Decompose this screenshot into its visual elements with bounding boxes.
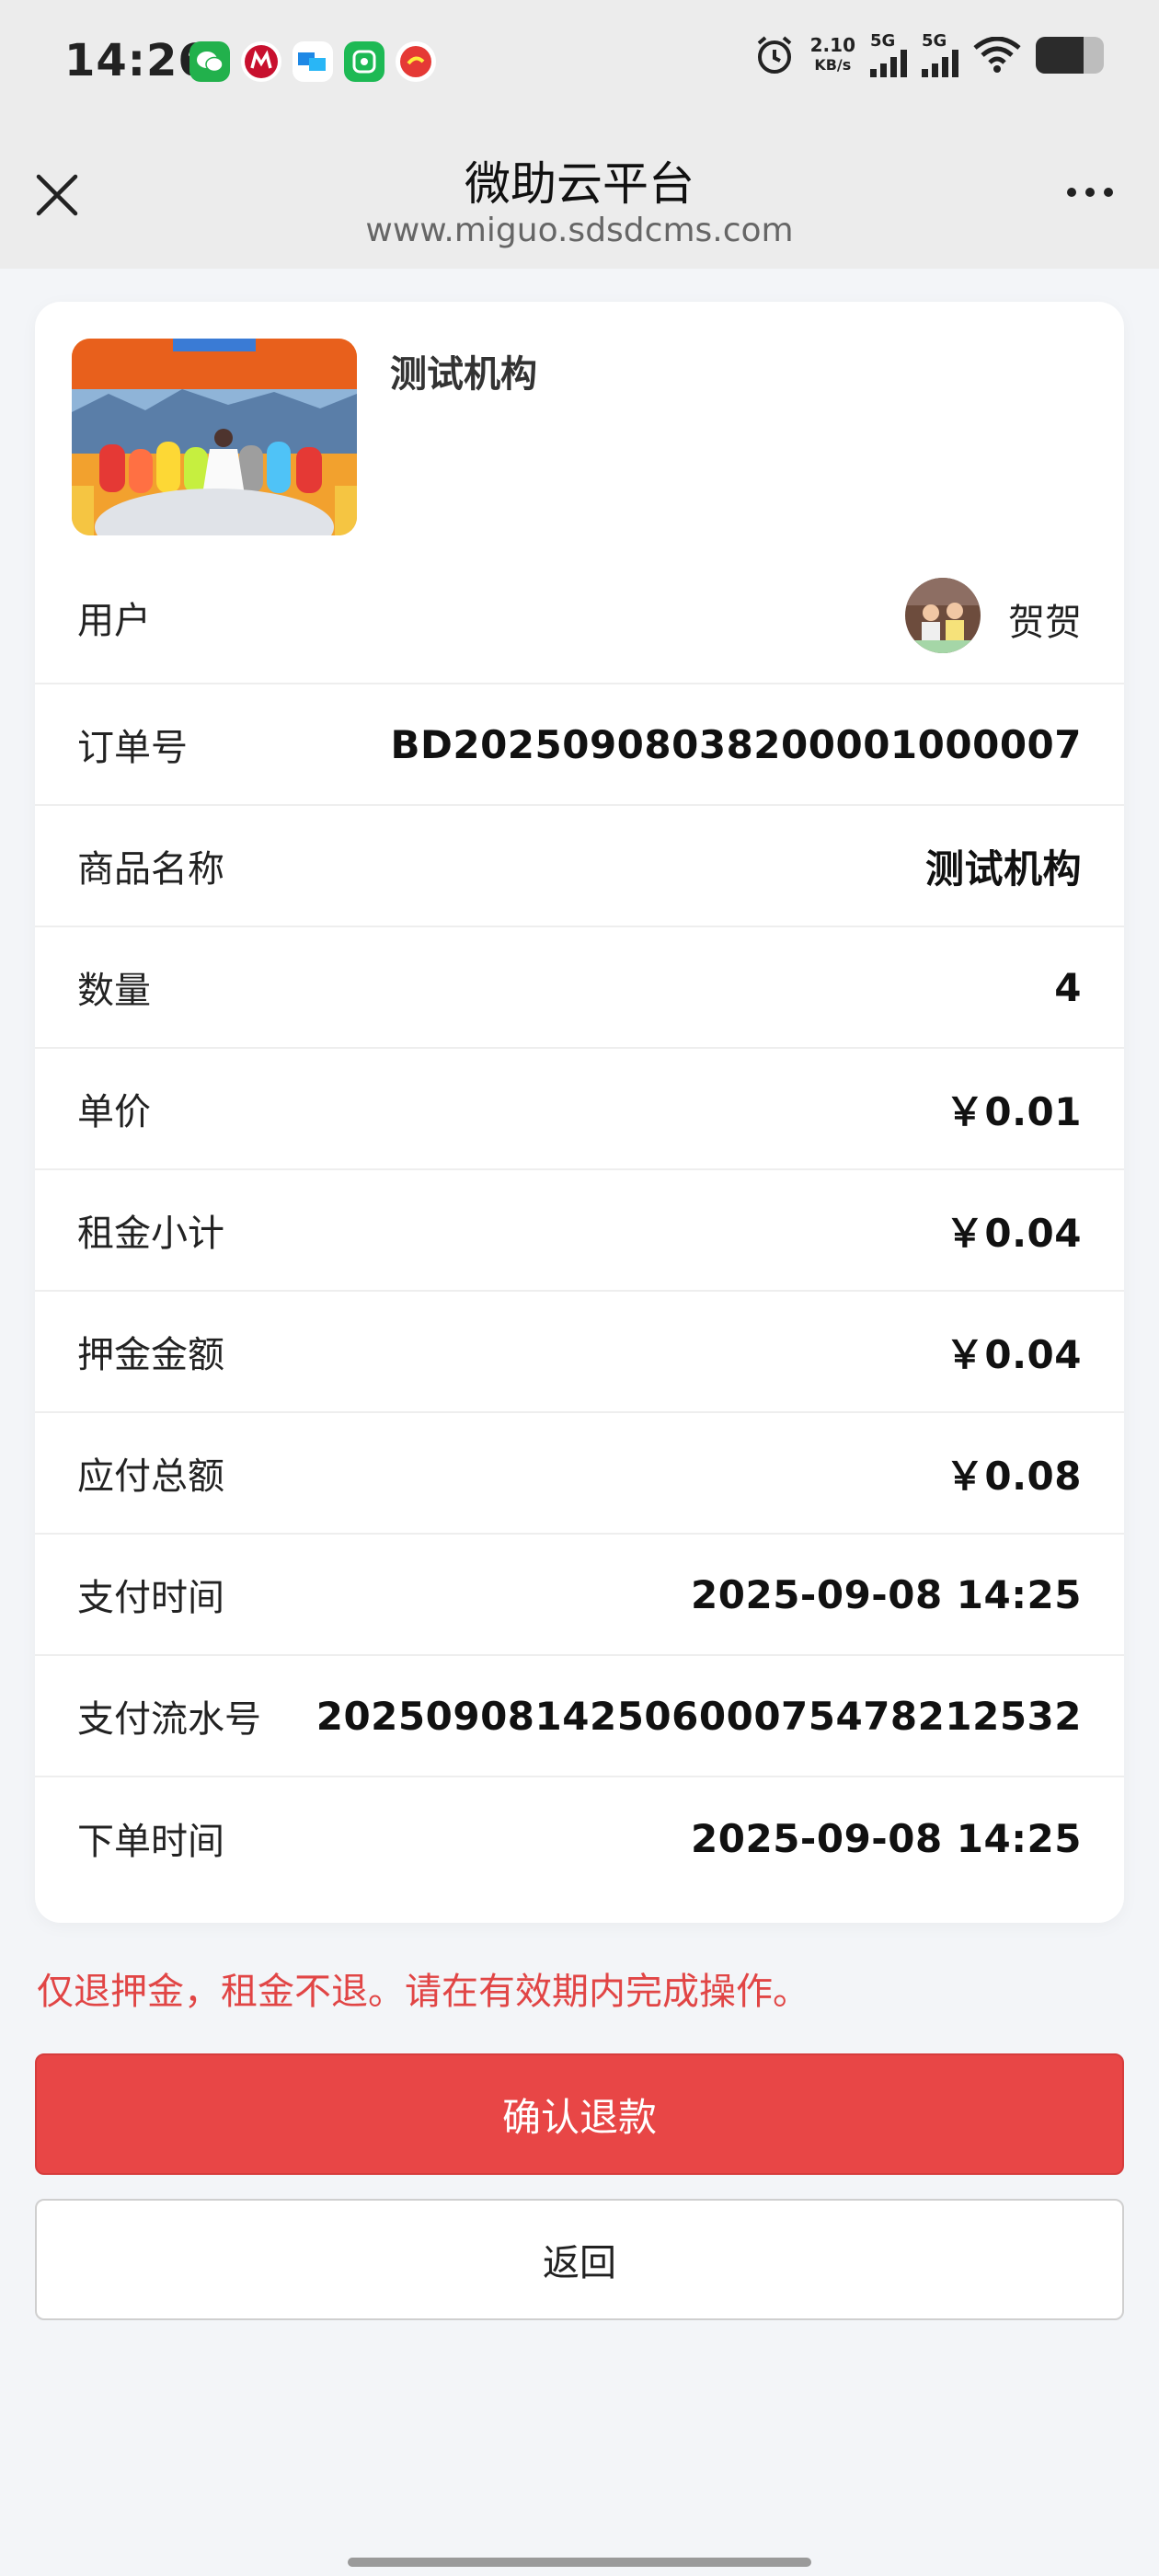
message-app-icon: [293, 41, 333, 82]
detail-row-payment-time: 支付时间 2025-09-08 14:25: [35, 1535, 1124, 1656]
more-dot-icon: [1104, 188, 1113, 197]
detail-value: ￥0.04: [945, 1210, 1082, 1256]
detail-value: BD20250908038200001000007: [390, 721, 1082, 767]
detail-row-product-name: 商品名称 测试机构: [35, 806, 1124, 927]
home-indicator[interactable]: [348, 2558, 811, 2567]
order-detail-list: 订单号 BD20250908038200001000007 商品名称 测试机构 …: [35, 684, 1124, 1899]
order-detail-card: 测试机构 用户 贺贺 订单号 BD20250908038200001000007…: [35, 302, 1124, 1923]
signal-sim1: 5G: [870, 33, 907, 77]
detail-value: 4: [1054, 964, 1082, 1010]
wechat-icon: [189, 41, 230, 82]
product-title: 测试机构: [390, 353, 537, 396]
detail-value: 2025-09-08 14:25: [691, 1815, 1082, 1861]
signal-bars-icon: [922, 50, 958, 77]
detail-label: 下单时间: [77, 1821, 224, 1863]
page-title: 微助云平台: [465, 157, 694, 211]
status-time: 14:26: [64, 35, 210, 86]
wifi-icon: [973, 37, 1021, 73]
product-header: 测试机构: [35, 302, 1124, 550]
detail-row-order-time: 下单时间 2025-09-08 14:25: [35, 1777, 1124, 1899]
sim2-label: 5G: [922, 31, 947, 51]
more-dot-icon: [1067, 188, 1076, 197]
detail-label: 支付流水号: [77, 1698, 261, 1741]
detail-row-deposit-amount: 押金金额 ￥0.04: [35, 1292, 1124, 1413]
detail-row-total-due: 应付总额 ￥0.08: [35, 1413, 1124, 1535]
detail-value: ￥0.08: [945, 1453, 1082, 1499]
detail-label: 数量: [77, 970, 151, 1012]
more-dot-icon: [1085, 188, 1095, 197]
user-label: 用户: [77, 600, 151, 642]
system-icons: 2.10 KB/s 5G 5G: [753, 33, 1104, 77]
detail-label: 租金小计: [77, 1213, 224, 1255]
red-app-icon: [396, 41, 436, 82]
page-url: www.miguo.sdsdcms.com: [365, 212, 794, 249]
network-speed-unit: KB/s: [814, 56, 852, 74]
detail-label: 单价: [77, 1091, 151, 1133]
detail-value: 测试机构: [924, 845, 1082, 891]
detail-row-order-number: 订单号 BD20250908038200001000007: [35, 684, 1124, 806]
signal-sim2: 5G: [922, 33, 958, 77]
sim1-label: 5G: [870, 31, 896, 51]
detail-label: 订单号: [77, 727, 188, 769]
network-speed: 2.10 KB/s: [810, 35, 855, 75]
back-button[interactable]: 返回: [35, 2199, 1124, 2320]
alarm-icon: [757, 36, 791, 74]
detail-label: 押金金额: [77, 1334, 224, 1376]
cmb-bank-icon: [241, 41, 281, 82]
signal-bars-icon: [870, 50, 907, 77]
detail-row-transaction-number: 支付流水号 2025090814250600075478212532: [35, 1656, 1124, 1777]
detail-value: 2025-09-08 14:25: [691, 1571, 1082, 1617]
detail-row-unit-price: 单价 ￥0.01: [35, 1049, 1124, 1170]
nav-header: 微助云平台 www.miguo.sdsdcms.com: [0, 129, 1159, 269]
battery-icon: [1036, 37, 1104, 74]
detail-value: ￥0.01: [945, 1088, 1082, 1134]
refund-notice: 仅退押金，租金不退。请在有效期内完成操作。: [37, 1971, 809, 2013]
notification-icons: [189, 41, 436, 82]
phone-app-icon: [344, 41, 384, 82]
detail-label: 商品名称: [77, 848, 224, 891]
detail-row-rent-subtotal: 租金小计 ￥0.04: [35, 1170, 1124, 1292]
detail-value: ￥0.04: [945, 1331, 1082, 1377]
status-bar: 14:26 2.10 KB/s 5G 5G: [0, 0, 1159, 129]
detail-value: 2025090814250600075478212532: [316, 1693, 1082, 1739]
avatar: [905, 578, 981, 653]
user-name: 贺贺: [1008, 602, 1082, 644]
confirm-refund-button[interactable]: 确认退款: [35, 2053, 1124, 2175]
detail-label: 应付总额: [77, 1455, 224, 1498]
product-thumbnail: [72, 339, 357, 535]
more-options-button[interactable]: [1067, 188, 1113, 197]
detail-row-quantity: 数量 4: [35, 927, 1124, 1049]
network-speed-value: 2.10: [809, 34, 855, 56]
user-row: 用户 贺贺: [35, 550, 1124, 684]
detail-label: 支付时间: [77, 1577, 224, 1619]
